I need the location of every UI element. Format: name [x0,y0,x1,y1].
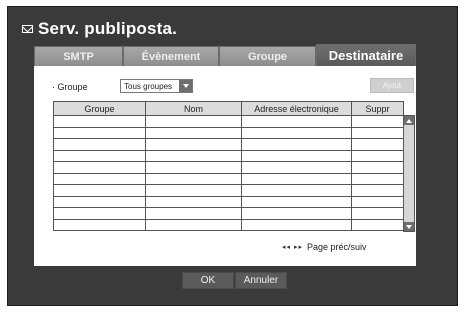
table-cell [351,161,404,174]
table-row[interactable] [53,207,404,220]
table-scrollbar[interactable] [403,115,415,232]
recipient-table: Groupe Nom Adresse électronique Suppr [53,101,404,231]
tab-evenement[interactable]: Évènement [123,46,219,66]
table-row[interactable] [53,172,404,185]
column-header-adresse: Adresse électronique [241,101,352,116]
scroll-down-icon[interactable] [404,222,414,231]
recipient-table-body [53,115,404,231]
chevron-down-icon[interactable] [179,80,192,92]
table-cell [351,207,404,220]
table-cell [53,138,146,151]
table-cell [145,218,242,231]
table-cell [351,218,404,231]
table-cell [145,115,242,128]
ok-button[interactable]: OK [182,272,234,289]
table-cell [241,149,352,162]
tab-groupe[interactable]: Groupe [219,46,316,66]
table-row[interactable] [53,149,404,162]
add-button[interactable]: Ajout [370,78,414,93]
table-cell [241,195,352,208]
table-cell [145,126,242,139]
page-prev-next-label[interactable]: Page préc/suiv [307,242,367,252]
group-filter-value: Tous groupes [124,81,173,91]
table-cell [53,207,146,220]
page-prev-next-icon[interactable]: ◂◂ ▸▸ [282,243,303,251]
table-cell [241,115,352,128]
table-row[interactable] [53,161,404,174]
table-cell [53,126,146,139]
table-cell [241,126,352,139]
table-row[interactable] [53,195,404,208]
table-cell [145,195,242,208]
column-header-groupe: Groupe [53,101,146,116]
table-cell [53,161,146,174]
tab-destinataire[interactable]: Destinataire [316,44,416,66]
table-cell [145,138,242,151]
recipient-panel: · Groupe Tous groupes Ajout Groupe Nom A… [34,66,416,266]
column-header-nom: Nom [145,101,242,116]
cancel-button[interactable]: Annuler [235,272,287,289]
column-header-suppr: Suppr [351,101,404,116]
table-cell [53,115,146,128]
tab-bar: SMTP Évènement Groupe Destinataire [34,44,416,66]
table-row[interactable] [53,184,404,197]
table-cell [145,207,242,220]
table-cell [351,172,404,185]
table-cell [53,184,146,197]
tab-smtp[interactable]: SMTP [34,46,123,66]
scroll-up-icon[interactable] [404,116,414,125]
table-cell [145,149,242,162]
table-cell [53,172,146,185]
table-row[interactable] [53,218,404,231]
table-cell [241,172,352,185]
group-filter-label: · Groupe [52,82,88,92]
table-row[interactable] [53,138,404,151]
table-cell [145,161,242,174]
group-filter-select[interactable]: Tous groupes [120,79,193,93]
table-cell [351,126,404,139]
pager: ◂◂ ▸▸ Page préc/suiv [282,242,367,252]
envelope-icon [22,25,33,33]
table-cell [53,218,146,231]
dialog-header: Serv. publiposta. [22,19,177,39]
dialog-title: Serv. publiposta. [38,19,178,38]
table-cell [53,195,146,208]
table-header-row: Groupe Nom Adresse électronique Suppr [53,101,404,116]
table-cell [351,115,404,128]
table-cell [241,161,352,174]
table-cell [241,207,352,220]
table-row[interactable] [53,126,404,139]
table-row[interactable] [53,115,404,128]
table-cell [351,195,404,208]
table-cell [241,138,352,151]
table-cell [351,149,404,162]
table-cell [53,149,146,162]
table-cell [241,184,352,197]
table-cell [351,138,404,151]
table-cell [145,172,242,185]
table-cell [241,218,352,231]
table-cell [145,184,242,197]
table-cell [351,184,404,197]
